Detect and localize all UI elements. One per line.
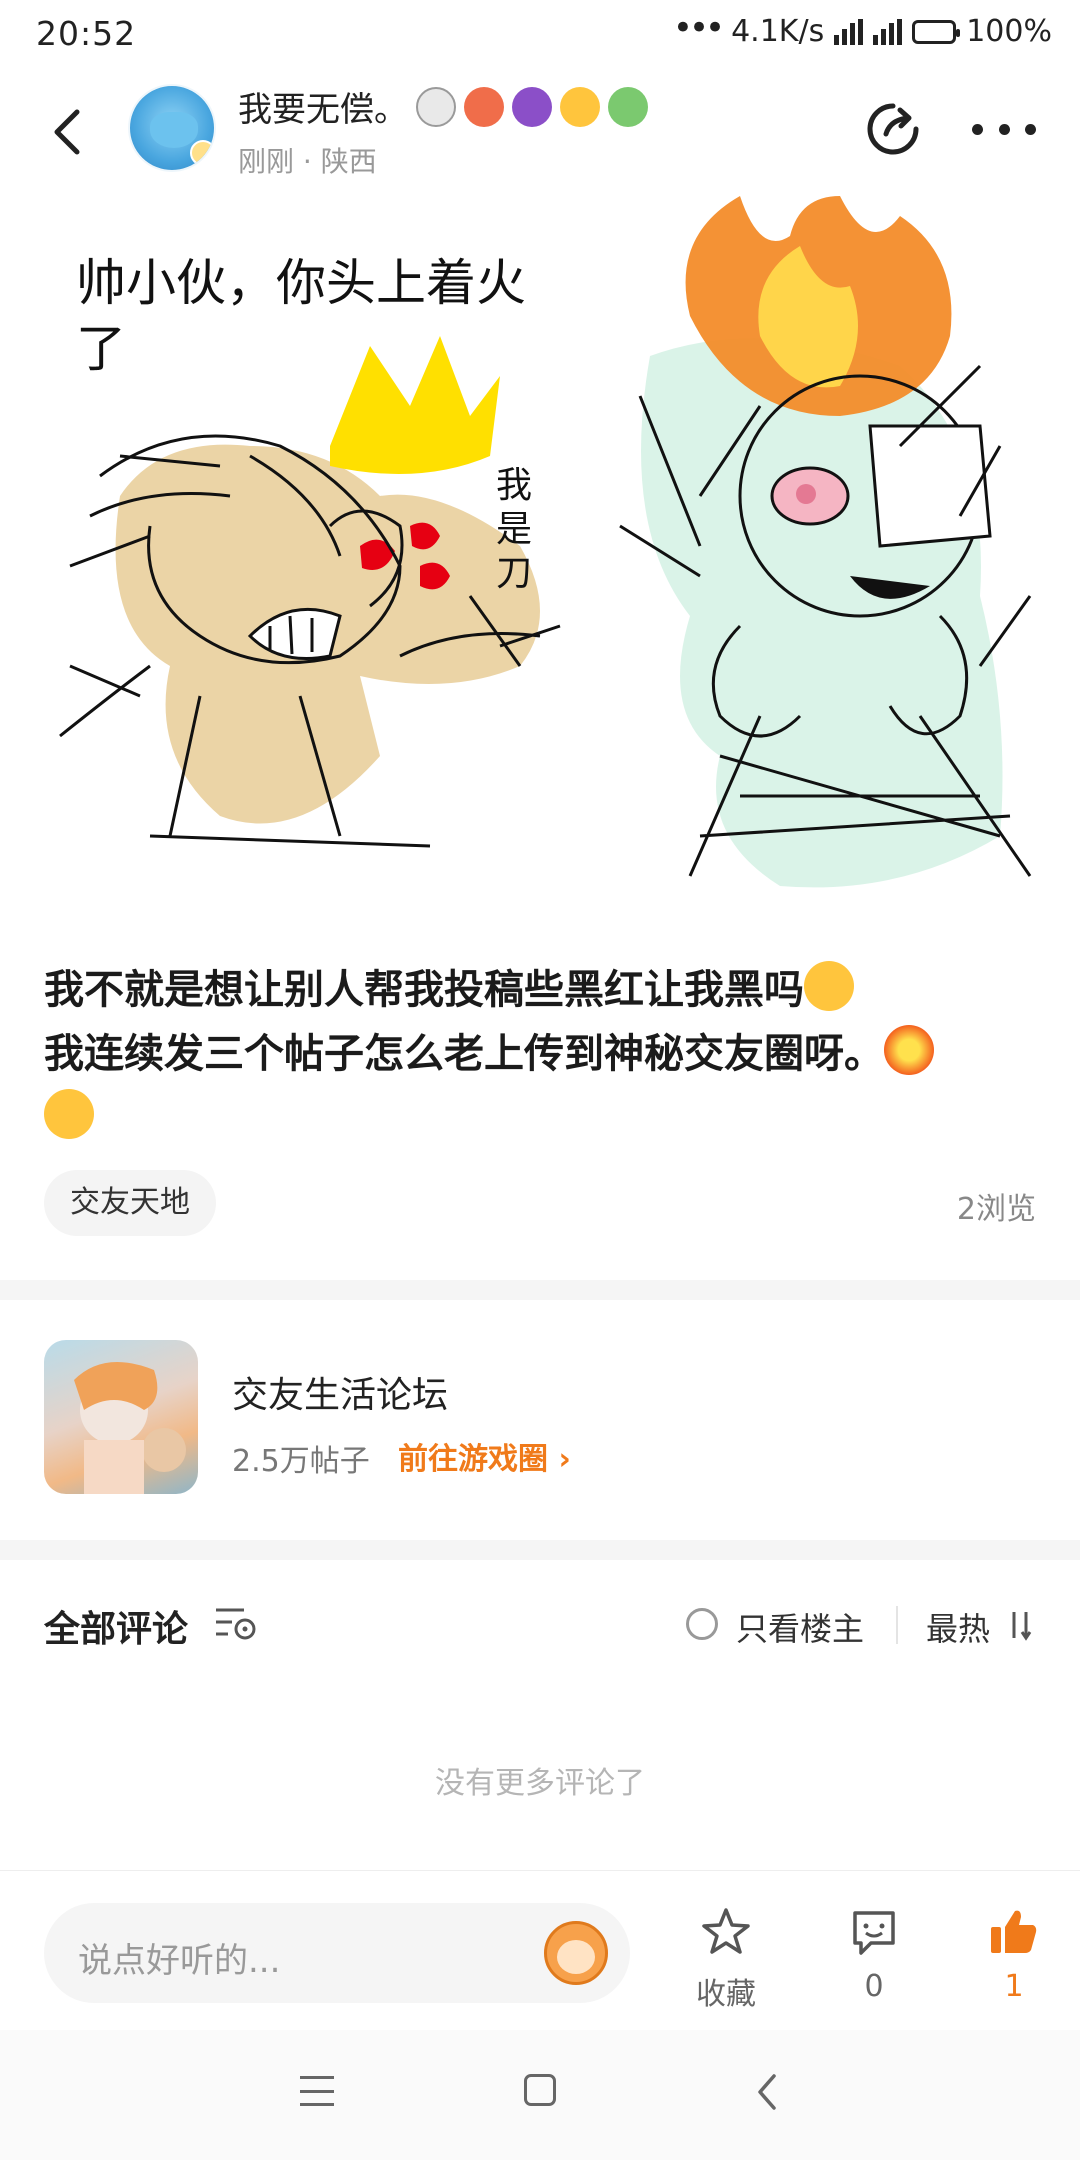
back-arrow-icon: [54, 109, 80, 155]
like-button[interactable]: 1: [964, 1905, 1064, 2004]
forum-thumbnail[interactable]: [44, 1340, 198, 1494]
share-button[interactable]: [862, 98, 924, 160]
forum-name[interactable]: 交友生活论坛: [232, 1366, 448, 1418]
vomit-emoji-icon: [608, 86, 648, 127]
post-line-2: 我连续发三个帖子怎么老上传到神秘交友圈呀。: [44, 1031, 884, 1077]
comment-input[interactable]: 说点好听的...: [44, 1903, 630, 2003]
forum-cover-art: [74, 1362, 186, 1494]
steam-face-emoji-icon: [804, 961, 854, 1011]
filter-icon: [216, 1608, 256, 1640]
system-nav-bar: [0, 2030, 1080, 2160]
favorite-label: 收藏: [696, 1977, 756, 2012]
mascot-emoji-icon[interactable]: [544, 1921, 608, 1985]
like-count: 1: [1004, 1969, 1024, 2004]
devil-emoji-icon: [512, 86, 552, 127]
status-icons: ••• 4.1K/s 100%: [673, 8, 1052, 50]
status-bar: 20:52 ••• 4.1K/s 100%: [0, 0, 1080, 66]
back-button[interactable]: [36, 102, 96, 162]
author-name: 我要无偿。: [238, 90, 408, 130]
post-body: 我不就是想让别人帮我投稿些黑红让我黑吗 我连续发三个帖子怎么老上传到神秘交友圈呀…: [44, 958, 1044, 1150]
signal-icon: [873, 18, 903, 45]
more-dot-icon: [972, 123, 983, 135]
post-line-1: 我不就是想让别人帮我投稿些黑红让我黑吗: [44, 967, 804, 1013]
comments-title: 全部评论: [44, 1609, 189, 1650]
skull-emoji-icon: [416, 86, 456, 127]
divider: [896, 1606, 898, 1644]
post-line: [44, 1086, 1044, 1150]
recent-apps-button[interactable]: [300, 2076, 334, 2106]
favorite-button[interactable]: 收藏: [676, 1905, 776, 2013]
post-image[interactable]: 帅小伙，你头上着火了 我是刀: [0, 196, 1080, 908]
comment-button[interactable]: 0: [824, 1905, 924, 2004]
more-options-button[interactable]: [972, 114, 1036, 144]
view-count: 2浏览: [956, 1192, 1036, 1227]
owner-only-radio[interactable]: [686, 1608, 718, 1640]
comment-filter-button[interactable]: [214, 1604, 258, 1644]
sort-toggle-button[interactable]: [1006, 1608, 1036, 1642]
section-separator: [0, 1540, 1080, 1560]
system-back-icon: [758, 2074, 776, 2110]
signal-hd-icon: [834, 18, 864, 45]
goto-forum-label: 前往游戏圈: [398, 1442, 548, 1477]
owner-only-label[interactable]: 只看楼主: [736, 1604, 864, 1650]
star-icon: [702, 1908, 750, 1954]
post-line: 我不就是想让别人帮我投稿些黑红让我黑吗: [44, 958, 1044, 1022]
goto-forum-link[interactable]: 前往游戏圈 ›: [398, 1434, 571, 1478]
sort-arrows-icon: [1012, 1612, 1032, 1641]
battery-percent: 100%: [966, 14, 1052, 49]
post-line: 我连续发三个帖子怎么老上传到神秘交友圈呀。: [44, 1022, 1044, 1086]
section-separator: [0, 1280, 1080, 1300]
net-speed: 4.1K/s: [731, 14, 825, 49]
bottom-action-bar: 说点好听的... 收藏 0 1: [0, 1870, 1080, 2030]
sort-label[interactable]: 最热: [926, 1604, 990, 1650]
post-header: 我要无偿。 刚刚 · 陕西: [0, 66, 1080, 196]
author-name-row[interactable]: 我要无偿。: [238, 82, 648, 131]
drawing-caption: 帅小伙，你头上着火了: [76, 254, 526, 378]
crying-emoji-icon: [560, 86, 600, 127]
explosion-emoji-icon: [884, 1025, 934, 1075]
thumbs-up-icon: [991, 1910, 1037, 1953]
more-dot-icon: [998, 123, 1010, 135]
author-avatar[interactable]: [128, 84, 216, 172]
steam-face-emoji-icon: [44, 1089, 94, 1139]
comment-bubble-icon: [853, 1911, 895, 1955]
no-more-comments: 没有更多评论了: [435, 1766, 645, 1801]
topic-tag[interactable]: 交友天地: [44, 1170, 216, 1236]
home-button[interactable]: [524, 2074, 556, 2106]
forum-post-count: 2.5万帖子: [232, 1444, 370, 1479]
comment-count: 0: [864, 1969, 884, 2004]
more-dot-icon: [1025, 123, 1036, 135]
avatar-character: [150, 112, 198, 148]
post-meta: 刚刚 · 陕西: [238, 145, 377, 178]
avatar-badge-icon: [190, 140, 214, 166]
drawing-small-caption: 我是刀: [496, 465, 533, 594]
share-icon: [867, 103, 919, 155]
chevron-right-icon: ›: [548, 1442, 571, 1477]
more-notifications-icon: •••: [672, 7, 725, 48]
battery-icon: [912, 19, 961, 44]
angry-emoji-icon: [464, 86, 504, 127]
comment-placeholder: 说点好听的...: [78, 1941, 281, 1981]
system-back-button[interactable]: [750, 2072, 786, 2112]
status-time: 20:52: [36, 14, 137, 53]
